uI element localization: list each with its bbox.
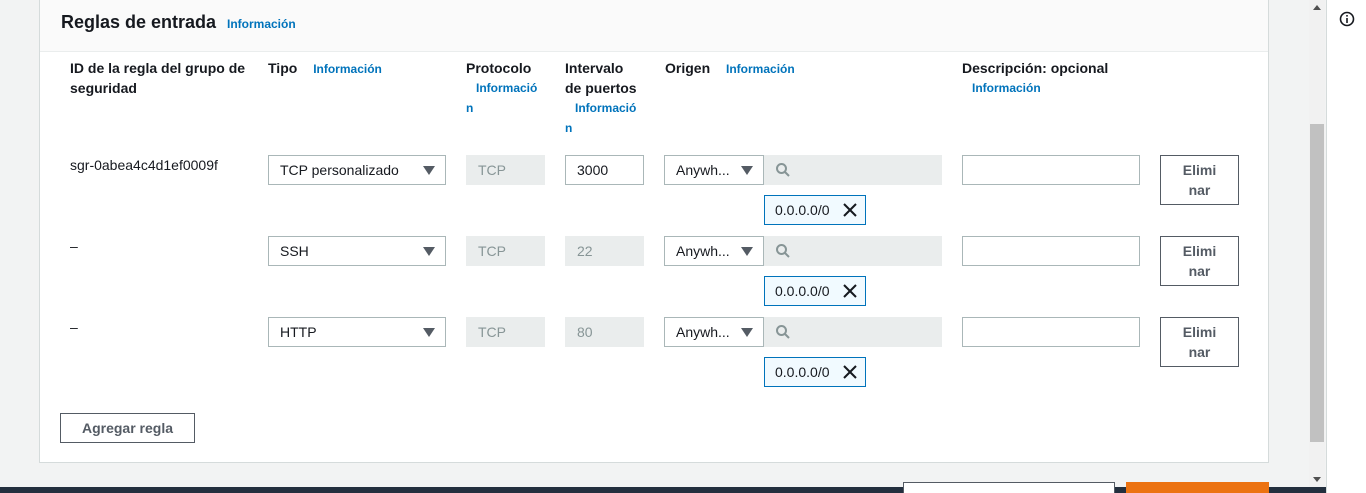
search-icon: [776, 244, 790, 258]
column-header-type-label: Tipo: [268, 60, 298, 76]
remove-label-line1: Elimi: [1182, 324, 1217, 340]
rule-id: sgr-0abea4c4d1ef0009f: [70, 157, 218, 173]
column-header-rule-id-line2: seguridad: [70, 80, 137, 96]
cidr-token-label: 0.0.0.0/0: [775, 364, 830, 380]
caret-down-icon: [423, 328, 435, 337]
source-select[interactable]: Anywh...: [664, 236, 764, 266]
caret-down-icon: [741, 166, 753, 175]
type-select-value: SSH: [280, 243, 309, 259]
type-select[interactable]: HTTP: [268, 317, 446, 347]
protocol-field: TCP: [466, 155, 545, 185]
primary-action-button[interactable]: [1126, 482, 1269, 493]
page-title: Reglas de entrada: [61, 12, 217, 32]
cancel-button[interactable]: [903, 482, 1115, 493]
column-header-description: Descripción: opcional Información: [962, 58, 1108, 98]
rule-id: –: [70, 238, 78, 254]
search-icon: [776, 163, 790, 177]
port-range-input[interactable]: 3000: [565, 155, 644, 185]
port-range-info-link[interactable]: Informació: [565, 98, 637, 118]
source-select[interactable]: Anywh...: [664, 155, 764, 185]
column-header-type: Tipo Información: [268, 58, 382, 79]
remove-label-line2: nar: [1188, 182, 1211, 198]
cidr-search-input[interactable]: [764, 236, 942, 266]
rule-id: –: [70, 319, 78, 335]
scrollbar-thumb[interactable]: [1310, 124, 1324, 442]
description-info-link[interactable]: Información: [962, 78, 1108, 98]
type-select[interactable]: SSH: [268, 236, 446, 266]
close-icon[interactable]: [842, 364, 858, 380]
column-header-port-range: Intervalo de puertos Informació n: [565, 58, 637, 138]
scroll-down-arrow-icon[interactable]: [1313, 477, 1321, 482]
add-rule-button[interactable]: Agregar regla: [60, 413, 195, 443]
remove-label-line1: Elimi: [1182, 162, 1217, 178]
column-header-port-range-line1: Intervalo: [565, 60, 624, 76]
port-range-field: 22: [565, 236, 644, 266]
remove-rule-button[interactable]: Elimi nar: [1160, 155, 1239, 205]
cidr-search-input[interactable]: [764, 155, 942, 185]
caret-down-icon: [423, 247, 435, 256]
remove-label-line2: nar: [1188, 263, 1211, 279]
remove-rule-button[interactable]: Elimi nar: [1160, 236, 1239, 286]
port-range-field: 80: [565, 317, 644, 347]
column-header-protocol-label: Protocolo: [466, 60, 532, 76]
help-panel-rail: [1326, 0, 1366, 493]
source-select[interactable]: Anywh...: [664, 317, 764, 347]
column-header-port-range-line2: de puertos: [565, 80, 637, 96]
panel-header: Reglas de entrada Información: [40, 0, 1268, 52]
scroll-up-arrow-icon[interactable]: [1313, 5, 1321, 10]
column-header-source: Origen Información: [665, 58, 795, 79]
column-header-rule-id-line1: ID de la regla del grupo de: [70, 60, 246, 76]
cidr-token-label: 0.0.0.0/0: [775, 202, 830, 218]
info-icon[interactable]: [1339, 11, 1355, 27]
protocol-info-link[interactable]: Informació: [466, 78, 537, 98]
type-select-value: HTTP: [280, 324, 317, 340]
protocol-info-link-wrap[interactable]: n: [466, 98, 537, 118]
description-input[interactable]: [962, 317, 1140, 347]
type-select[interactable]: TCP personalizado: [268, 155, 446, 185]
caret-down-icon: [741, 328, 753, 337]
protocol-field: TCP: [466, 236, 545, 266]
caret-down-icon: [741, 247, 753, 256]
caret-down-icon: [423, 166, 435, 175]
remove-label-line2: nar: [1188, 344, 1211, 360]
remove-rule-button[interactable]: Elimi nar: [1160, 317, 1239, 367]
cidr-token: 0.0.0.0/0: [764, 276, 866, 306]
type-info-link[interactable]: Información: [313, 62, 382, 76]
close-icon[interactable]: [842, 283, 858, 299]
inbound-rules-panel: Reglas de entrada Información ID de la r…: [39, 0, 1269, 463]
remove-label-line1: Elimi: [1182, 243, 1217, 259]
column-header-rule-id: ID de la regla del grupo de seguridad: [70, 58, 260, 98]
description-input[interactable]: [962, 155, 1140, 185]
type-select-value: TCP personalizado: [280, 162, 399, 178]
column-header-source-label: Origen: [665, 60, 711, 76]
column-header-description-label: Descripción: opcional: [962, 60, 1109, 76]
protocol-field: TCP: [466, 317, 545, 347]
cidr-token: 0.0.0.0/0: [764, 195, 866, 225]
source-info-link[interactable]: Información: [726, 62, 795, 76]
close-icon[interactable]: [842, 202, 858, 218]
cidr-token: 0.0.0.0/0: [764, 357, 866, 387]
search-icon: [776, 325, 790, 339]
cidr-token-label: 0.0.0.0/0: [775, 283, 830, 299]
title-info-link[interactable]: Información: [227, 17, 296, 31]
description-input[interactable]: [962, 236, 1140, 266]
column-header-protocol: Protocolo Informació n: [466, 58, 537, 118]
cidr-search-input[interactable]: [764, 317, 942, 347]
port-range-info-link-wrap[interactable]: n: [565, 118, 637, 138]
